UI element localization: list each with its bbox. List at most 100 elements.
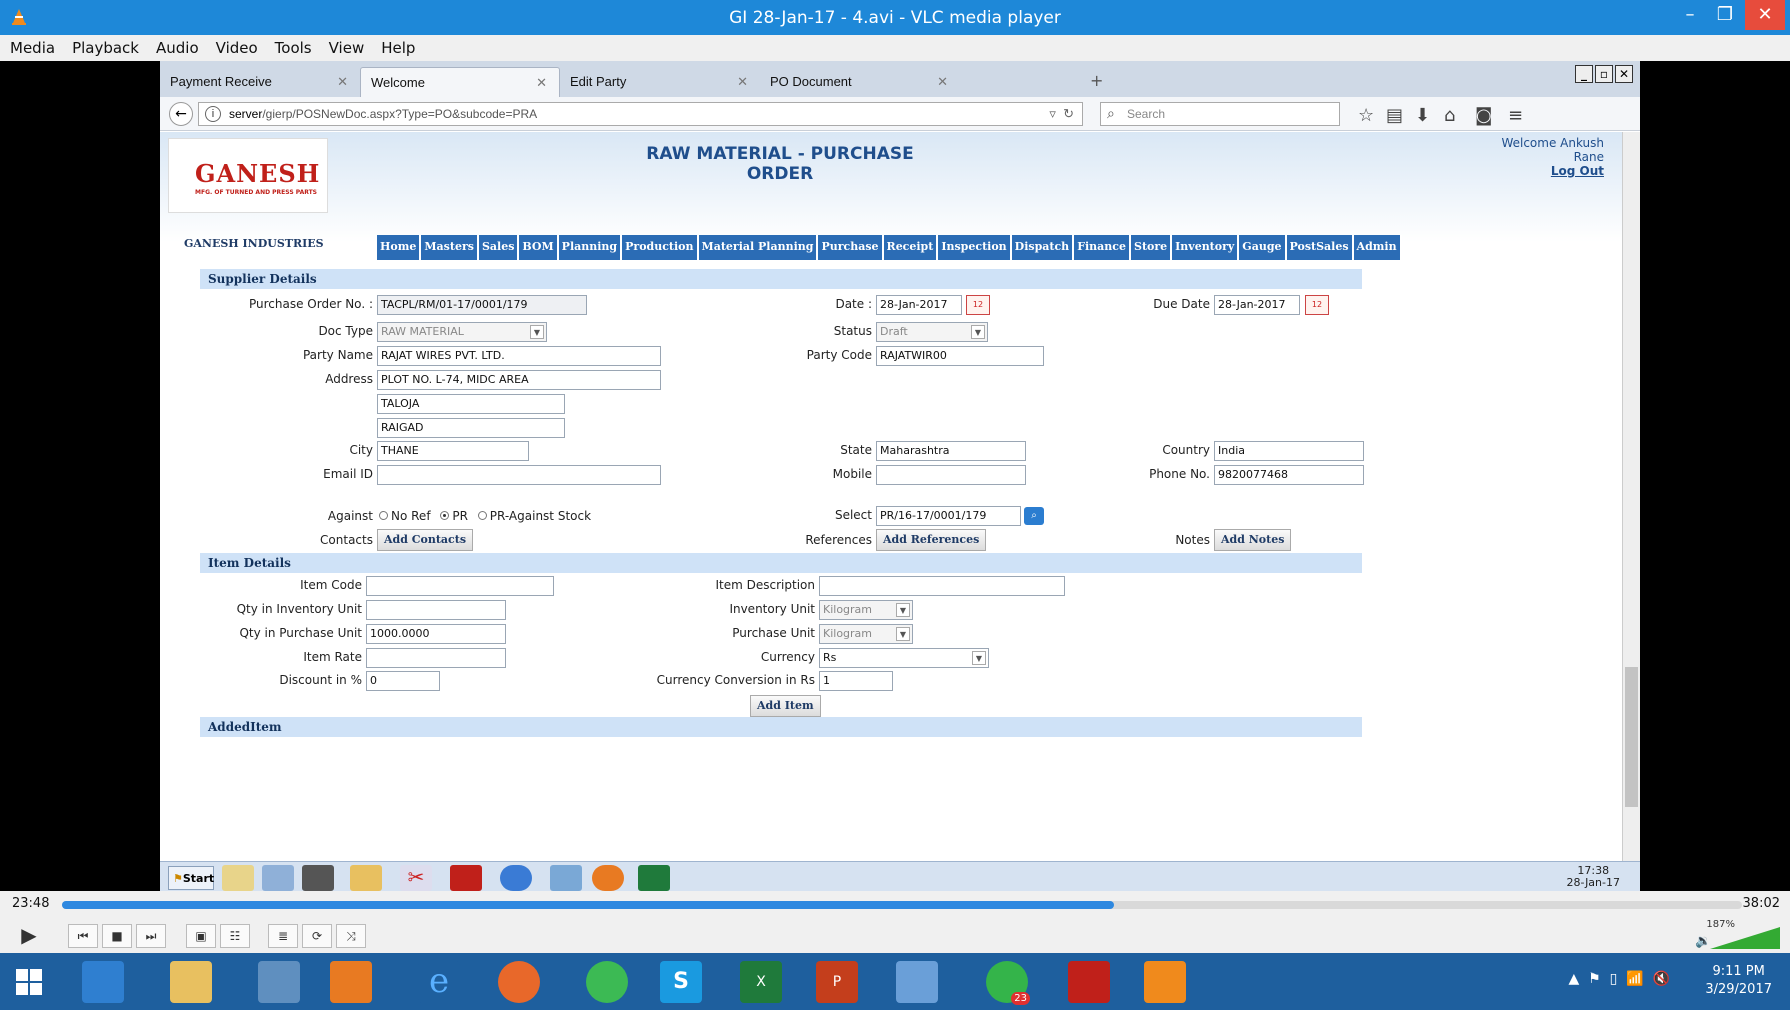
- network-icon[interactable]: [550, 865, 582, 891]
- menu-view[interactable]: View: [319, 35, 372, 57]
- menu-production[interactable]: Production: [622, 235, 699, 260]
- menu-admin[interactable]: Admin: [1353, 235, 1402, 260]
- discount-field[interactable]: 0: [366, 671, 440, 691]
- close-icon[interactable]: ✕: [737, 74, 748, 90]
- menu-receipt[interactable]: Receipt: [883, 235, 939, 260]
- info-icon[interactable]: i: [205, 106, 221, 122]
- menu-bom[interactable]: BOM: [519, 235, 559, 260]
- email-field[interactable]: [377, 465, 661, 485]
- due-date-calendar-icon[interactable]: 12: [1305, 295, 1329, 315]
- menu-sales[interactable]: Sales: [478, 235, 520, 260]
- new-tab-icon[interactable]: +: [1090, 71, 1103, 90]
- add-item-button[interactable]: Add Item: [750, 695, 821, 717]
- pdf-icon[interactable]: [450, 865, 482, 891]
- hamburger-menu-icon[interactable]: ≡: [1508, 105, 1523, 126]
- state-field[interactable]: Maharashtra: [876, 441, 1026, 461]
- qty-purchase-field[interactable]: 1000.0000: [366, 624, 506, 644]
- app-icon[interactable]: [330, 961, 372, 1003]
- qty-inventory-field[interactable]: [366, 600, 506, 620]
- next-icon[interactable]: ⏭: [136, 924, 166, 948]
- purchase-unit-select[interactable]: Kilogram ▼: [819, 624, 913, 644]
- file-explorer-icon[interactable]: [170, 961, 212, 1003]
- previous-icon[interactable]: ⏮: [68, 924, 98, 948]
- address-line1-field[interactable]: PLOT NO. L-74, MIDC AREA: [377, 370, 661, 390]
- tab-payment-receive[interactable]: Payment Receive ✕: [160, 67, 360, 97]
- radio-pr-against-stock[interactable]: [477, 511, 487, 520]
- url-bar[interactable]: i server/gierp/POSNewDoc.aspx?Type=PO&su…: [198, 102, 1083, 126]
- po-number-field[interactable]: TACPL/RM/01-17/0001/179: [377, 295, 587, 315]
- close-button[interactable]: ✕: [1745, 0, 1785, 30]
- tab-po-document[interactable]: PO Document ✕: [760, 67, 960, 97]
- menu-planning[interactable]: Planning: [558, 235, 623, 260]
- back-arrow-icon[interactable]: ←: [169, 102, 193, 126]
- menu-inventory[interactable]: Inventory: [1172, 235, 1240, 260]
- remote-start-button[interactable]: ⚑Start: [168, 866, 214, 890]
- party-code-field[interactable]: RAJATWIR00: [876, 346, 1044, 366]
- menu-inspection[interactable]: Inspection: [938, 235, 1012, 260]
- phone-field[interactable]: 9820077468: [1214, 465, 1364, 485]
- scrollbar-thumb[interactable]: [1625, 667, 1638, 807]
- excel-icon[interactable]: [638, 865, 670, 891]
- tab-welcome[interactable]: Welcome ✕: [360, 67, 560, 97]
- acrobat-icon[interactable]: [1068, 961, 1110, 1003]
- country-field[interactable]: India: [1214, 441, 1364, 461]
- menu-dispatch[interactable]: Dispatch: [1011, 235, 1075, 260]
- close-icon[interactable]: ✕: [937, 74, 948, 90]
- menu-gauge[interactable]: Gauge: [1239, 235, 1287, 260]
- menu-audio[interactable]: Audio: [146, 35, 206, 57]
- chrome-icon[interactable]: [586, 961, 628, 1003]
- search-input[interactable]: ⌕ Search: [1100, 102, 1340, 126]
- menu-media[interactable]: Media: [0, 35, 62, 57]
- radio-pr[interactable]: [440, 511, 450, 520]
- restore-button[interactable]: ❐: [1705, 0, 1745, 30]
- doc-type-select[interactable]: RAW MATERIAL ▼: [377, 322, 547, 342]
- tab-edit-party[interactable]: Edit Party ✕: [560, 67, 760, 97]
- status-select[interactable]: Draft ▼: [876, 322, 988, 342]
- folder-icon[interactable]: [222, 865, 254, 891]
- stop-icon[interactable]: ■: [102, 924, 132, 948]
- item-code-field[interactable]: [366, 576, 554, 596]
- firefox-icon[interactable]: [498, 961, 540, 1003]
- webcam-icon[interactable]: [302, 865, 334, 891]
- system-tray-icons[interactable]: ▲ ⚑ ▯ 📶 🔇: [1569, 971, 1671, 987]
- item-rate-field[interactable]: [366, 648, 506, 668]
- remote-close-button[interactable]: ✕: [1615, 65, 1633, 83]
- menu-video[interactable]: Video: [206, 35, 265, 57]
- mobile-field[interactable]: [876, 465, 1026, 485]
- menu-help[interactable]: Help: [371, 35, 422, 57]
- menu-home[interactable]: Home: [377, 235, 422, 260]
- windows-start-icon[interactable]: [16, 969, 42, 995]
- chrome-like-icon[interactable]: [500, 865, 532, 891]
- fullscreen-icon[interactable]: ▣: [186, 924, 216, 948]
- loop-icon[interactable]: ⟳: [302, 924, 332, 948]
- pocket-icon[interactable]: ◙: [1475, 105, 1492, 126]
- item-description-field[interactable]: [819, 576, 1065, 596]
- skype-icon[interactable]: S: [660, 961, 702, 1003]
- menu-finance[interactable]: Finance: [1074, 235, 1131, 260]
- city-field[interactable]: THANE: [377, 441, 529, 461]
- currency-select[interactable]: Rs ▼: [819, 648, 989, 668]
- shuffle-icon[interactable]: ⤨: [336, 924, 366, 948]
- menu-tools[interactable]: Tools: [265, 35, 319, 57]
- vlc-icon[interactable]: [1144, 961, 1186, 1003]
- powerpoint-icon[interactable]: P: [816, 961, 858, 1003]
- network-share-icon[interactable]: [258, 961, 300, 1003]
- add-notes-button[interactable]: Add Notes: [1214, 529, 1292, 551]
- download-icon[interactable]: ⬇: [1415, 105, 1430, 126]
- reading-list-icon[interactable]: ▤: [1386, 105, 1403, 126]
- volume-slider[interactable]: 🔉 187%: [1695, 919, 1780, 949]
- media-app-icon[interactable]: [82, 961, 124, 1003]
- firefox-icon[interactable]: [592, 865, 624, 891]
- bookmark-star-icon[interactable]: ☆: [1358, 105, 1374, 126]
- menu-masters[interactable]: Masters: [421, 235, 479, 260]
- select-pr-field[interactable]: PR/16-17/0001/179: [876, 506, 1021, 526]
- files-icon[interactable]: [350, 865, 382, 891]
- whatsapp-icon[interactable]: 23: [986, 961, 1030, 1005]
- paint-icon[interactable]: [896, 961, 938, 1003]
- internet-explorer-icon[interactable]: e: [418, 961, 460, 1003]
- seek-bar[interactable]: [62, 901, 1742, 909]
- inventory-unit-select[interactable]: Kilogram ▼: [819, 600, 913, 620]
- menu-postsales[interactable]: PostSales: [1286, 235, 1354, 260]
- party-name-field[interactable]: RAJAT WIRES PVT. LTD.: [377, 346, 661, 366]
- menu-store[interactable]: Store: [1131, 235, 1173, 260]
